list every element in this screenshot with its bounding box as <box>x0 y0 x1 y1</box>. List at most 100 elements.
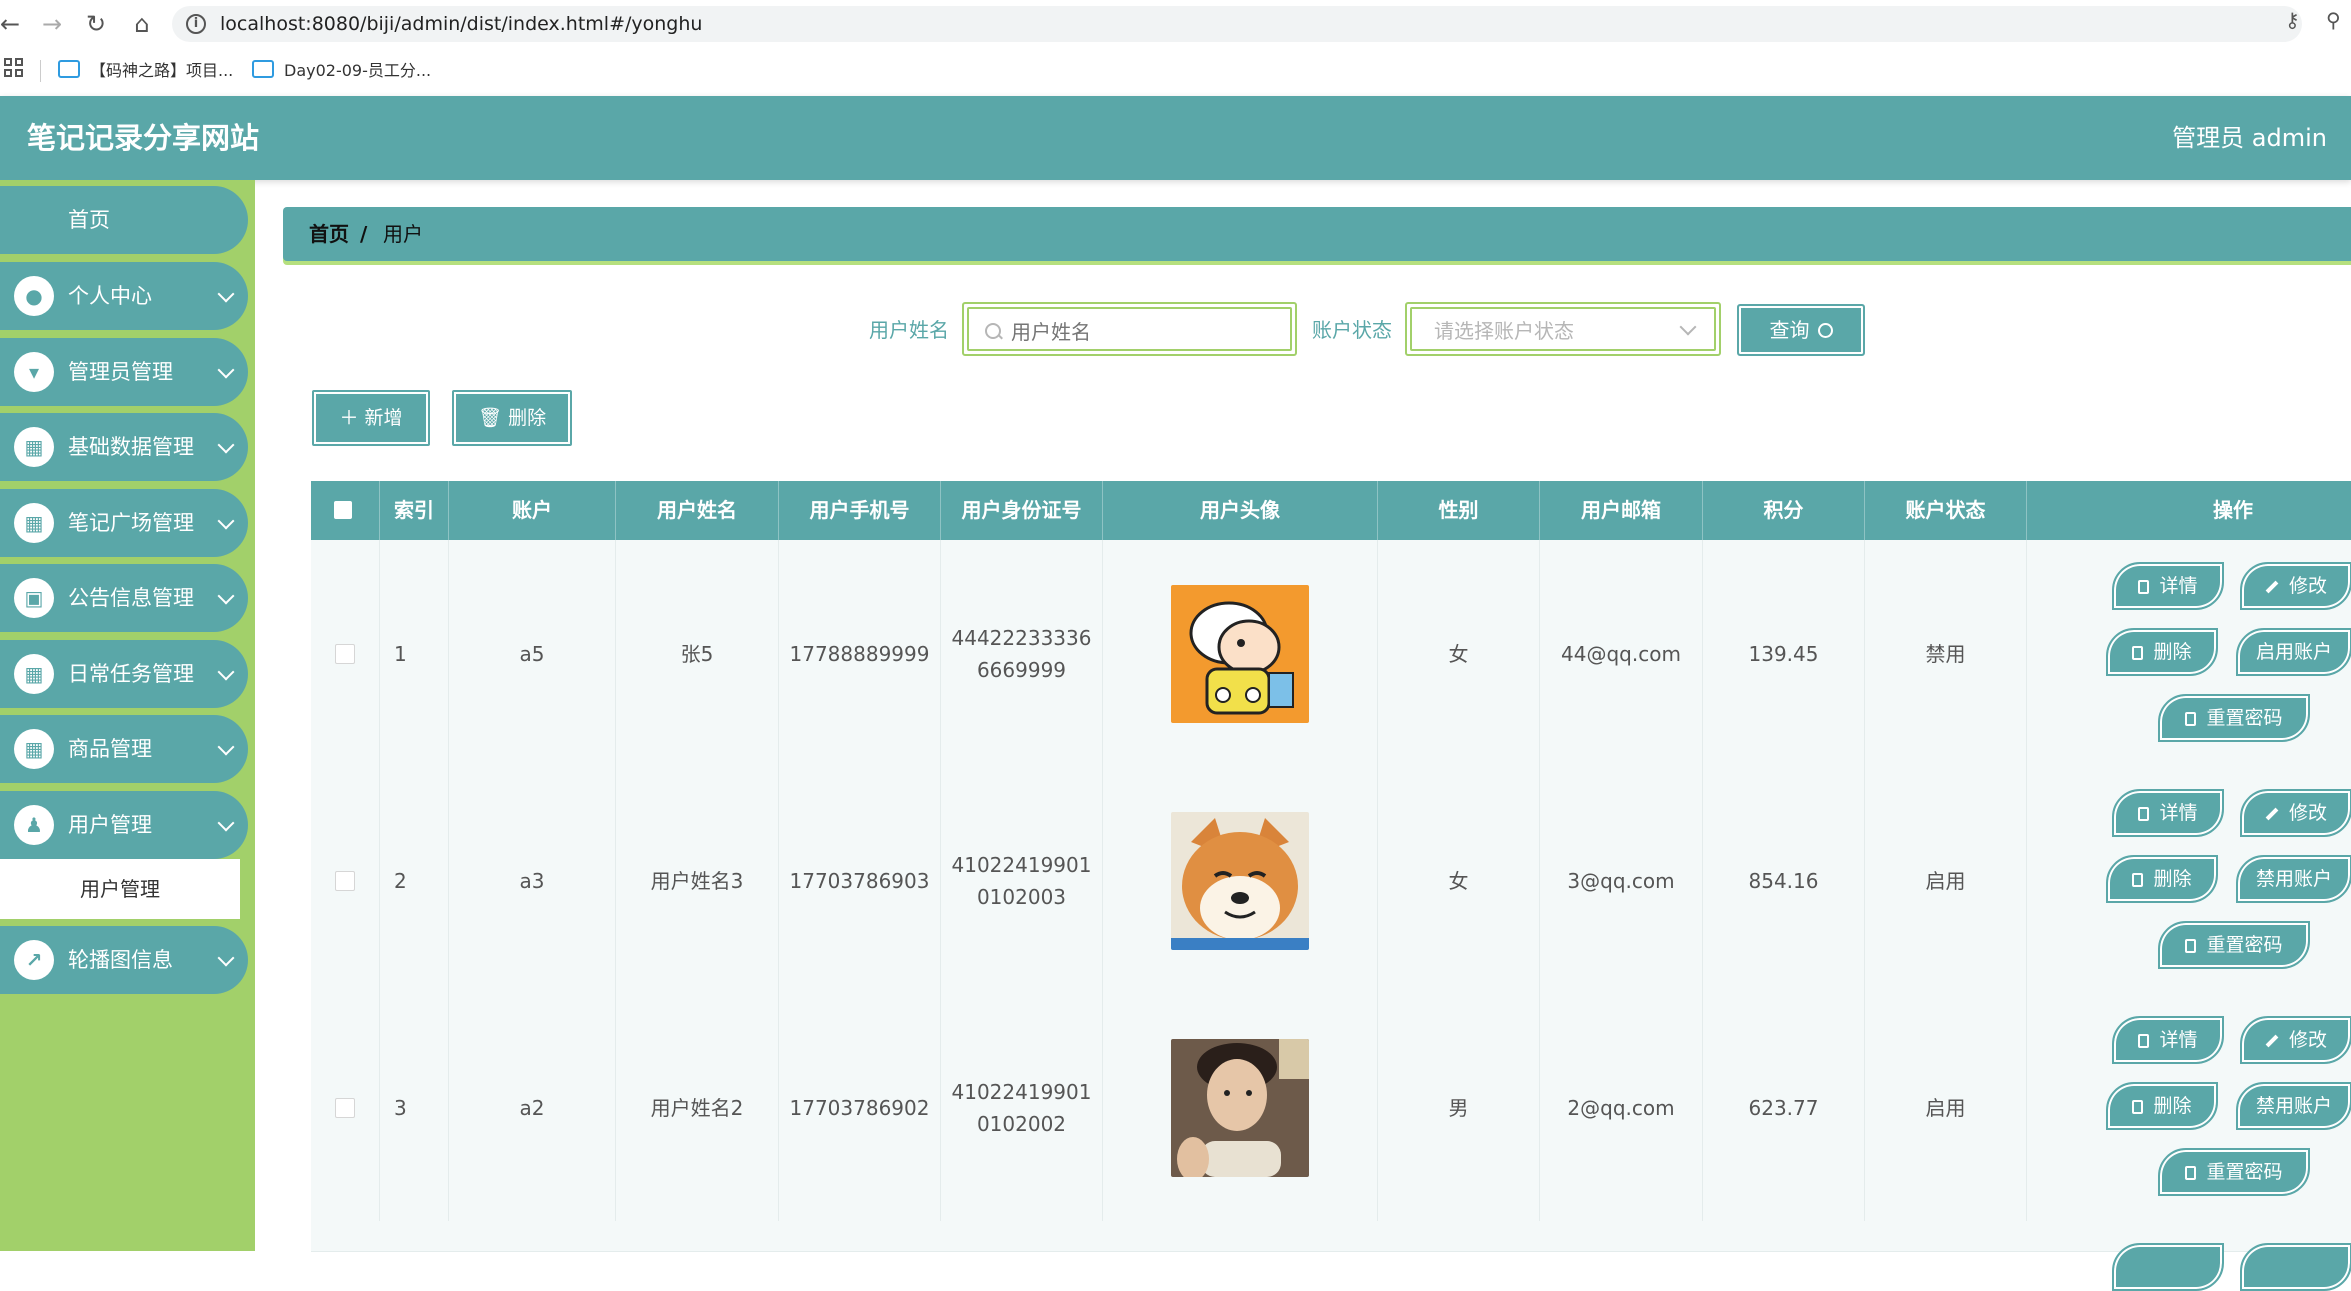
url-text[interactable]: localhost:8080/biji/admin/dist/index.htm… <box>220 6 702 42</box>
zoom-icon[interactable]: ⚲ <box>2326 8 2341 32</box>
plus-icon: ＋ <box>339 407 365 429</box>
apps-grid-icon[interactable] <box>4 58 26 80</box>
pencil-icon <box>2265 1034 2279 1048</box>
address-bar[interactable]: i localhost:8080/biji/admin/dist/index.h… <box>172 6 2302 42</box>
trash-icon <box>2132 873 2144 887</box>
site-title: 笔记记录分享网站 <box>27 121 260 155</box>
sidebar-item-tasks[interactable]: ▦ 日常任务管理 <box>0 640 248 708</box>
row-checkbox[interactable] <box>335 1097 355 1118</box>
trash-icon <box>2132 1100 2144 1114</box>
sidebar-item-base-data[interactable]: ▦ 基础数据管理 <box>0 413 248 481</box>
cell-index: 1 <box>380 540 449 767</box>
bookmark-item[interactable]: 【码神之路】项目... <box>58 58 233 84</box>
submenu-item-user-management[interactable]: 用户管理 <box>0 859 240 919</box>
edit-button[interactable]: 修改 <box>2240 1016 2351 1064</box>
grid-icon: ▦ <box>14 654 54 694</box>
cell-gender: 男 <box>1378 994 1540 1221</box>
reset-password-button[interactable]: 重置密码 <box>2158 921 2310 969</box>
chevron-down-icon <box>217 361 235 379</box>
detail-button[interactable]: 详情 <box>2112 789 2224 837</box>
cell-points: 623.77 <box>1703 994 1865 1221</box>
cell-idcard: 410224199010102002 <box>951 1079 1092 1136</box>
table-row: 1 a5 张5 17788889999 444222333366669999 女… <box>311 540 2351 768</box>
pencil-icon <box>2265 580 2279 594</box>
admin-user-label[interactable]: 管理员 admin <box>2172 96 2327 180</box>
toggle-account-button[interactable]: 禁用账户 <box>2236 855 2351 903</box>
reload-icon[interactable]: ↻ <box>78 6 114 42</box>
column-header: 用户身份证号 <box>941 481 1103 540</box>
trash-icon: 🗑 <box>477 407 509 429</box>
row-checkbox[interactable] <box>335 643 355 664</box>
breadcrumb: 首页 / 用户 <box>283 207 2351 261</box>
reset-password-button[interactable]: 重置密码 <box>2158 694 2310 742</box>
bookmark-divider <box>40 60 41 82</box>
cell-phone: 17703786903 <box>779 767 941 994</box>
chevron-down-icon <box>217 285 235 303</box>
person-icon: ● <box>14 276 54 316</box>
delete-button[interactable]: 删除 <box>2106 628 2218 676</box>
column-header: 积分 <box>1703 481 1865 540</box>
password-key-icon[interactable]: ⚷ <box>2285 8 2300 32</box>
site-info-icon[interactable]: i <box>186 14 206 34</box>
chevron-down-icon <box>217 814 235 832</box>
sidebar-item-personal[interactable]: ● 个人中心 <box>0 262 248 330</box>
cell-gender: 女 <box>1378 540 1540 767</box>
select-all-checkbox[interactable] <box>334 501 352 519</box>
status-select-placeholder: 请选择账户状态 <box>1434 319 1574 343</box>
back-icon[interactable]: ← <box>0 6 28 42</box>
edit-button[interactable]: 修改 <box>2240 562 2351 610</box>
row-checkbox[interactable] <box>335 870 355 891</box>
cell-index: 3 <box>380 994 449 1221</box>
sidebar-item-notes[interactable]: ▦ 笔记广场管理 <box>0 489 248 557</box>
document-icon <box>2138 580 2150 594</box>
cell-email: 3@qq.com <box>1540 767 1703 994</box>
bookmark-item[interactable]: Day02-09-员工分... <box>252 58 431 84</box>
column-header: 操作 <box>2213 498 2253 522</box>
query-button[interactable]: 查询 <box>1737 304 1865 356</box>
edit-button[interactable]: 修改 <box>2240 789 2351 837</box>
chevron-down-icon <box>217 663 235 681</box>
delete-button[interactable]: 删除 <box>2106 1082 2218 1130</box>
name-search-input[interactable] <box>1009 309 1273 355</box>
sidebar-item-admin[interactable]: ▾ 管理员管理 <box>0 338 248 406</box>
detail-button[interactable]: 详情 <box>2112 1016 2224 1064</box>
home-icon[interactable]: ⌂ <box>124 6 160 42</box>
sidebar-item-notice[interactable]: ▣ 公告信息管理 <box>0 564 248 632</box>
table-row: 2 a3 用户姓名3 17703786903 41022419901010200… <box>311 767 2351 995</box>
breadcrumb-separator: / <box>360 222 368 246</box>
forward-icon[interactable]: → <box>34 6 70 42</box>
reset-password-button[interactable]: 重置密码 <box>2158 1148 2310 1196</box>
name-search-label: 用户姓名 <box>869 318 949 342</box>
cartoon-boy-avatar[interactable] <box>1171 584 1309 723</box>
detail-button[interactable] <box>2112 1243 2224 1291</box>
cell-idcard: 444222333366669999 <box>951 625 1092 682</box>
shiba-dog-avatar[interactable] <box>1171 811 1309 950</box>
sidebar: 首页 ● 个人中心 ▾ 管理员管理 ▦ 基础数据管理 ▦ 笔记广场管理 ▣ 公告… <box>0 180 255 1251</box>
delete-button[interactable]: 删除 <box>2106 855 2218 903</box>
sidebar-item-home[interactable]: 首页 <box>0 186 248 254</box>
toggle-account-button[interactable]: 禁用账户 <box>2236 1082 2351 1130</box>
chart-icon: ↗ <box>14 940 54 980</box>
breadcrumb-home[interactable]: 首页 <box>309 207 349 261</box>
grid-icon: ▦ <box>14 503 54 543</box>
sidebar-item-carousel[interactable]: ↗ 轮播图信息 <box>0 926 248 994</box>
column-header: 账户 <box>449 481 616 540</box>
status-filter-label: 账户状态 <box>1312 318 1392 342</box>
grid-icon: ▦ <box>14 729 54 769</box>
young-man-photo-avatar[interactable] <box>1171 1038 1309 1177</box>
app-header: 笔记记录分享网站 管理员 admin <box>0 96 2351 180</box>
edit-button[interactable] <box>2240 1243 2351 1291</box>
chevron-down-icon <box>217 949 235 967</box>
sidebar-item-users[interactable]: ♟ 用户管理 <box>0 791 248 859</box>
batch-delete-button[interactable]: 🗑 删除 <box>452 390 572 446</box>
user-icon: ♟ <box>14 805 54 845</box>
toggle-account-button[interactable]: 启用账户 <box>2236 628 2351 676</box>
add-button[interactable]: ＋ 新增 <box>312 390 430 446</box>
status-select[interactable]: 请选择账户状态 <box>1405 302 1721 356</box>
column-header: 用户头像 <box>1103 481 1378 540</box>
search-icon <box>1817 323 1833 338</box>
cell-email: 44@qq.com <box>1540 540 1703 767</box>
cell-points: 854.16 <box>1703 767 1865 994</box>
detail-button[interactable]: 详情 <box>2112 562 2224 610</box>
sidebar-item-goods[interactable]: ▦ 商品管理 <box>0 715 248 783</box>
